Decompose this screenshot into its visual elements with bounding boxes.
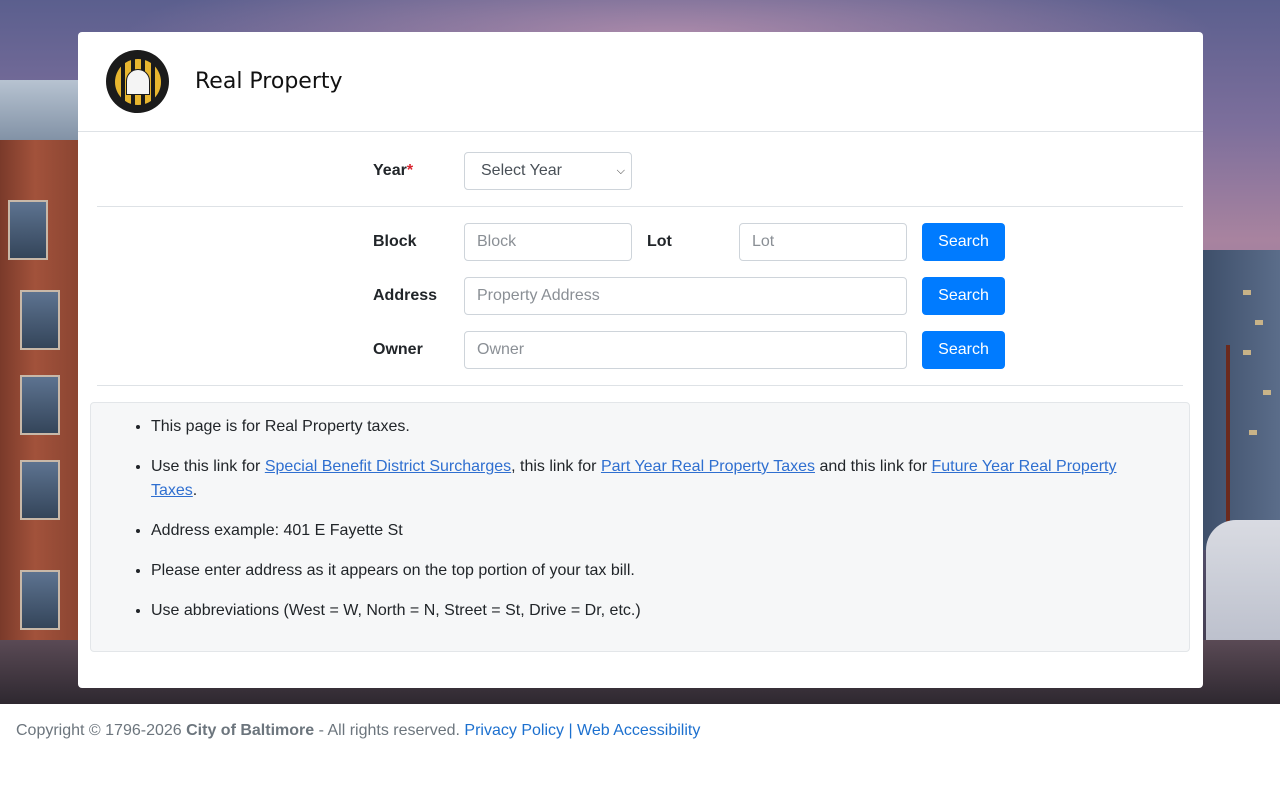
web-accessibility-link[interactable]: Web Accessibility <box>577 722 700 739</box>
list-item: Use abbreviations (West = W, North = N, … <box>151 599 1149 623</box>
list-item: Please enter address as it appears on th… <box>151 559 1149 583</box>
privacy-policy-link[interactable]: Privacy Policy <box>464 722 564 739</box>
year-select[interactable]: Select Year ⌵ <box>464 152 632 190</box>
block-input[interactable] <box>464 223 632 261</box>
chevron-down-icon: ⌵ <box>616 164 625 177</box>
organization-name: City of Baltimore <box>186 722 315 739</box>
search-address-button[interactable]: Search <box>922 277 1005 315</box>
info-box: This page is for Real Property taxes. Us… <box>90 402 1190 652</box>
city-seal-logo <box>106 50 169 113</box>
address-label: Address <box>373 287 438 304</box>
divider <box>97 385 1183 386</box>
list-item: Address example: 401 E Fayette St <box>151 519 1149 543</box>
required-mark: * <box>406 162 414 179</box>
year-select-value: Select Year <box>481 162 562 179</box>
block-label: Block <box>373 233 417 250</box>
list-item: This page is for Real Property taxes. <box>151 415 1149 439</box>
footer: Copyright © 1796-2026 City of Baltimore … <box>16 722 701 739</box>
owner-input[interactable] <box>464 331 907 369</box>
part-year-taxes-link[interactable]: Part Year Real Property Taxes <box>601 458 815 475</box>
divider <box>97 206 1183 207</box>
search-owner-button[interactable]: Search <box>922 331 1005 369</box>
year-label: Year* <box>373 162 414 179</box>
special-benefit-district-link[interactable]: Special Benefit District Surcharges <box>265 458 511 475</box>
card-header: Real Property <box>78 32 1203 132</box>
real-property-card: Real Property Year* Select Year ⌵ Block … <box>78 32 1203 688</box>
address-input[interactable] <box>464 277 907 315</box>
search-block-lot-button[interactable]: Search <box>922 223 1005 261</box>
page-title: Real Property <box>195 69 343 94</box>
lot-input[interactable] <box>739 223 907 261</box>
lot-label: Lot <box>647 233 672 250</box>
list-item: Use this link for Special Benefit Distri… <box>151 455 1149 503</box>
info-list: This page is for Real Property taxes. Us… <box>151 415 1149 623</box>
owner-label: Owner <box>373 341 423 358</box>
